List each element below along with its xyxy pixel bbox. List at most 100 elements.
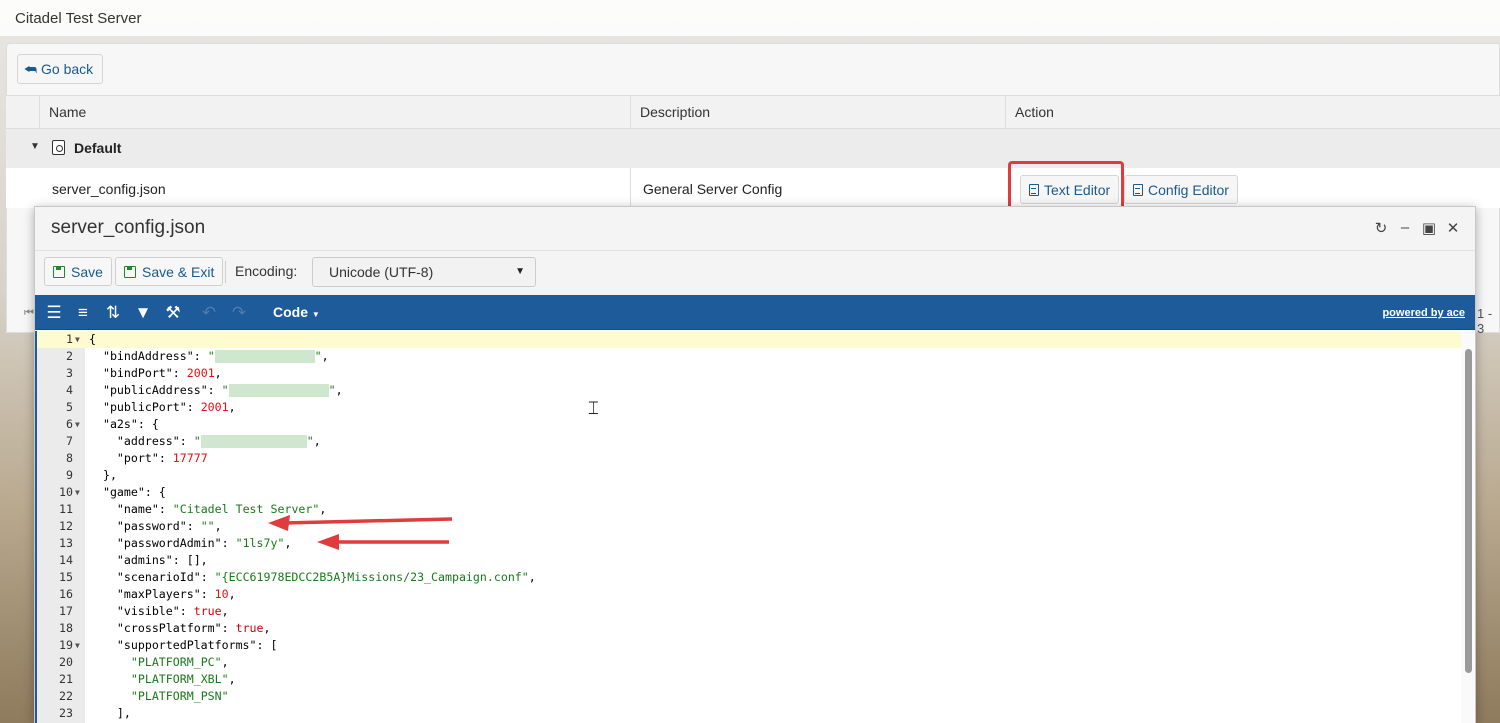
wrench-icon[interactable]: ⚒ [162,303,184,323]
maximize-icon[interactable]: ▣ [1420,219,1438,237]
save-button[interactable]: Save [44,257,112,286]
code-editor[interactable]: 1 ▼{2 "bindAddress": " ", 3 "bindPort": 200… [35,331,1475,723]
code-text: "PLATFORM_XBL", [130,672,236,686]
code-line[interactable]: 9 }, [37,467,1461,484]
line-number: 1 [66,332,73,346]
code-line[interactable]: 5 "publicPort": 2001, [37,399,1461,416]
save-label: Save [71,263,103,280]
group-row-default[interactable]: ▼ Default [6,129,1500,168]
line-number: 4 [66,383,73,397]
editor-toolbar: Save Save & Exit Encoding: Unicode (UTF-… [35,251,1475,295]
line-number: 17 [59,604,73,618]
settings-file-icon [52,140,65,155]
code-text: "game": { [102,485,166,499]
code-text: "bindAddress": " ", [102,349,329,363]
reply-arrow-icon: ⮪ [24,60,38,77]
column-header-action[interactable]: Action [1005,96,1500,129]
redacted-value [200,435,307,448]
column-header-description[interactable]: Description [630,96,1005,129]
highlight-box [1008,161,1124,211]
code-text: "address": " ", [116,434,321,448]
code-line[interactable]: 22 "PLATFORM_PSN" [37,688,1461,705]
code-line[interactable]: 6 ▼ "a2s": { [37,416,1461,433]
dropdown-caret-icon: ▼ [311,310,320,319]
code-line[interactable]: 12 "password": "", [37,518,1461,535]
fold-toggle-icon[interactable]: ▼ [75,484,80,501]
code-text: "password": "", [116,519,222,533]
row-description: General Server Config [643,181,783,197]
code-line[interactable]: 1 ▼ { [37,331,1461,348]
collapse-triangle-icon[interactable]: ▼ [30,141,40,152]
code-line[interactable]: 23 ], [37,705,1461,722]
config-editor-label: Config Editor [1148,181,1229,198]
code-text: { [89,332,96,346]
table-row[interactable]: server_config.json General Server Config [6,168,1500,208]
fold-toggle-icon[interactable]: ▼ [75,416,80,433]
undo-icon[interactable]: ↶ [198,303,220,323]
code-text: "maxPlayers": 10, [116,587,236,601]
line-number: 12 [59,519,73,533]
compact-icon[interactable]: ≡ [72,303,94,323]
code-text: "bindPort": 2001, [102,366,222,380]
code-line[interactable]: 3 "bindPort": 2001, [37,365,1461,382]
powered-by-ace-link[interactable]: powered by ace [1382,307,1465,319]
line-number: 3 [66,366,73,380]
code-text: "scenarioId": "{ECC61978EDCC2B5A}Mission… [116,570,536,584]
window-titlebar[interactable]: server_config.json ↻ – ▣ ✕ [35,207,1475,251]
line-number: 11 [59,502,73,516]
code-line[interactable]: 11 "name": "Citadel Test Server", [37,501,1461,518]
code-text: "supportedPlatforms": [ [116,638,278,652]
code-text: "PLATFORM_PC", [130,655,229,669]
line-number: 10 [59,485,73,499]
code-line[interactable]: 15 "scenarioId": "{ECC61978EDCC2B5A}Miss… [37,569,1461,586]
code-line[interactable]: 10 ▼ "game": { [37,484,1461,501]
grid-header: Name Description Action [6,95,1500,129]
line-number: 23 [59,706,73,720]
code-mode-dropdown[interactable]: Code ▼ [273,304,320,320]
first-page-icon[interactable]: ⏮ [24,307,34,320]
line-number: 13 [59,536,73,550]
fold-toggle-icon[interactable]: ▼ [75,637,80,654]
code-line[interactable]: 13 "passwordAdmin": "1ls7y", [37,535,1461,552]
code-line[interactable]: 21 "PLATFORM_XBL", [37,671,1461,688]
minimize-icon[interactable]: – [1396,219,1414,236]
dropdown-caret-icon: ▼ [515,266,525,277]
code-line[interactable]: 17 "visible": true, [37,603,1461,620]
scrollbar-thumb[interactable] [1465,349,1472,673]
code-line[interactable]: 14 "admins": [], [37,552,1461,569]
code-text: "PLATFORM_PSN" [130,689,229,703]
fold-toggle-icon[interactable]: ▼ [75,331,80,348]
sort-icon[interactable]: ⇅ [102,303,124,323]
encoding-select[interactable]: Unicode (UTF-8) ▼ [312,257,536,287]
code-line[interactable]: 2 "bindAddress": " ", [37,348,1461,365]
text-editor-window: server_config.json ↻ – ▣ ✕ Save Save & E… [34,206,1476,723]
encoding-value: Unicode (UTF-8) [329,264,434,280]
refresh-icon[interactable]: ↻ [1372,219,1390,237]
line-number: 19 [59,638,73,652]
format-icon[interactable]: ☰ [43,303,65,323]
save-exit-button[interactable]: Save & Exit [115,257,224,286]
config-editor-button[interactable]: Config Editor [1124,175,1238,204]
code-line[interactable]: 7 "address": " ", [37,433,1461,450]
redo-icon[interactable]: ↷ [228,303,250,323]
go-back-button[interactable]: ⮪ Go back [17,54,103,84]
code-line[interactable]: 20 "PLATFORM_PC", [37,654,1461,671]
column-header-name[interactable]: Name [39,96,630,129]
code-line[interactable]: 16 "maxPlayers": 10, [37,586,1461,603]
code-line[interactable]: 19 ▼ "supportedPlatforms": [ [37,637,1461,654]
code-text: "crossPlatform": true, [116,621,271,635]
ace-editor-menu: ☰ ≡ ⇅ ▼ ⚒ ↶ ↷ Code ▼ powered by ace [35,295,1475,330]
window-title: server_config.json [51,217,206,238]
line-number: 9 [66,468,73,482]
code-text: "visible": true, [116,604,229,618]
red-arrow-annotation [317,534,449,550]
code-line[interactable]: 8 "port": 17777 [37,450,1461,467]
code-line[interactable]: 18 "crossPlatform": true, [37,620,1461,637]
floppy-disk-icon [124,265,136,278]
go-back-label: Go back [41,61,94,77]
filter-icon[interactable]: ▼ [132,303,154,323]
code-line[interactable]: 4 "publicAddress": " ", [37,382,1461,399]
close-icon[interactable]: ✕ [1444,219,1462,237]
line-number: 21 [59,672,73,686]
group-label: Default [74,140,122,156]
